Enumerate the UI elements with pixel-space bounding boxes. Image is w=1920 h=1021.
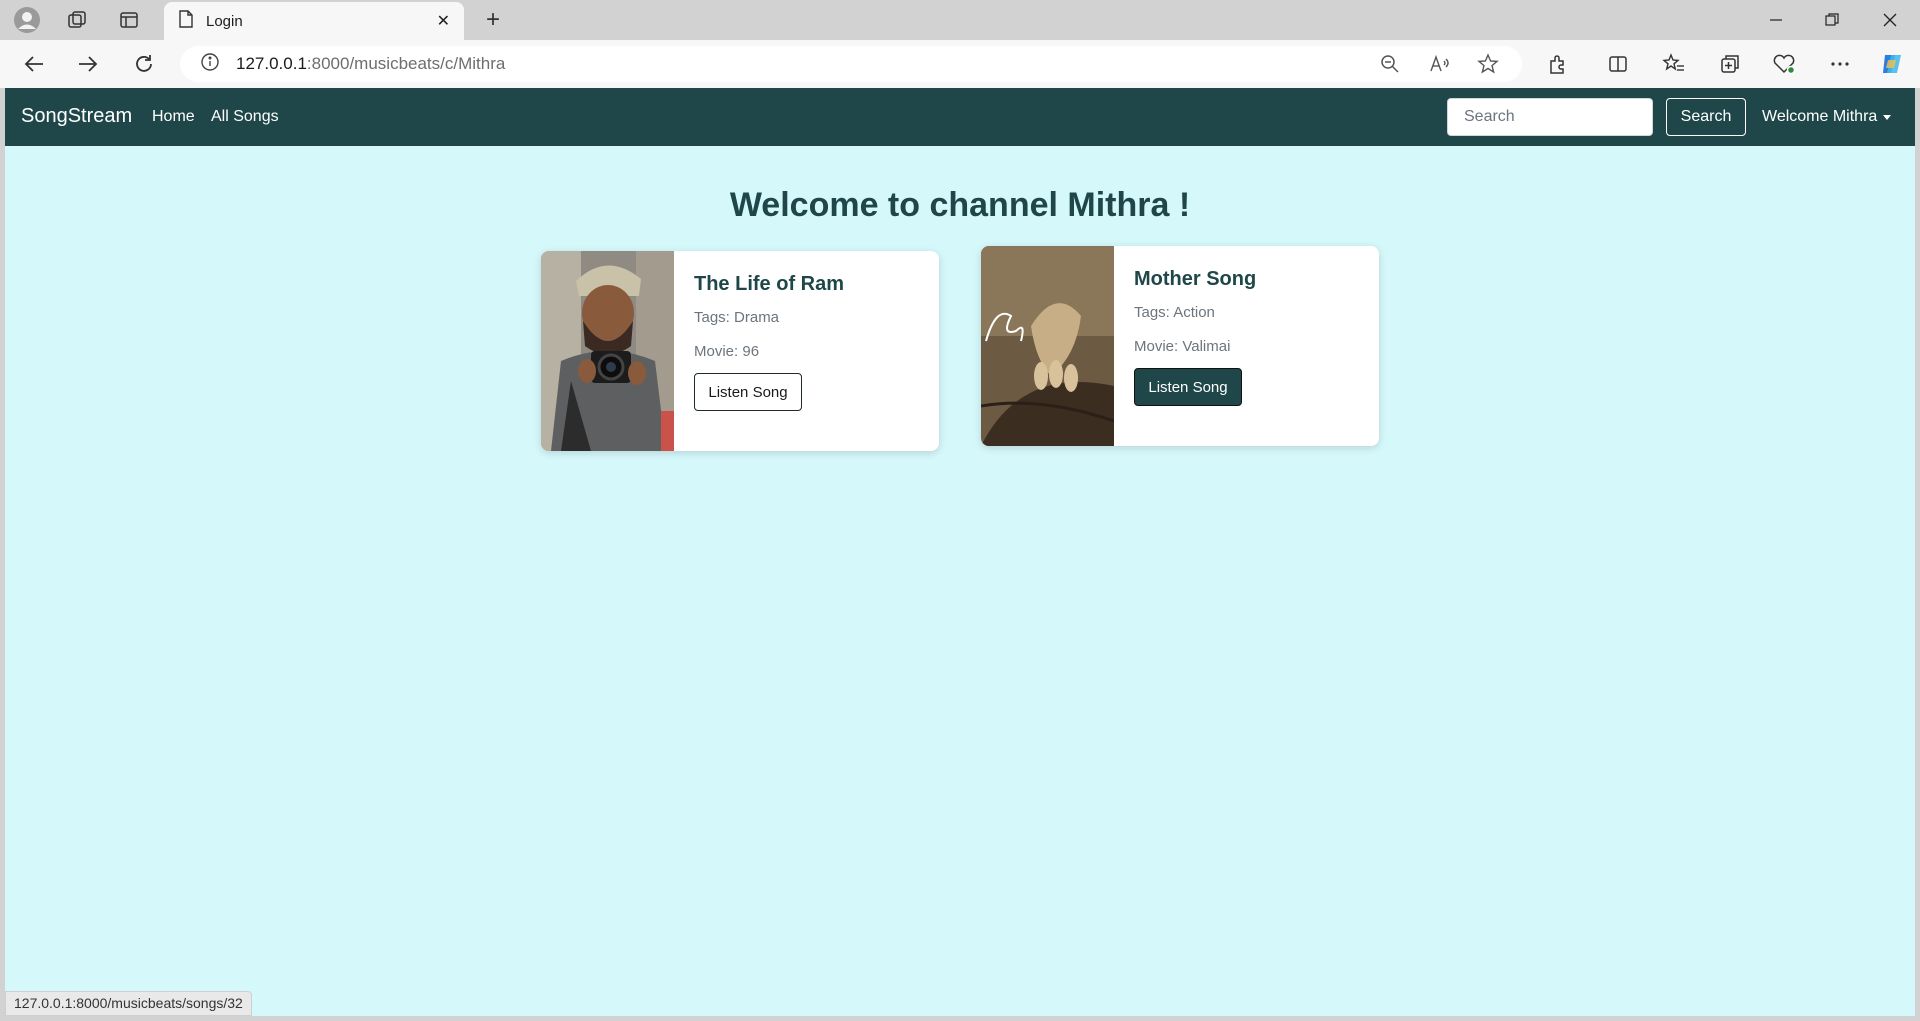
read-aloud-icon[interactable] — [1422, 46, 1458, 82]
page-viewport: SongStream Home All Songs Search Welcome… — [5, 88, 1915, 1016]
close-tab-icon[interactable]: ✕ — [437, 11, 450, 31]
song-tags: Tags: Drama — [694, 309, 780, 326]
url-text: 127.0.0.1:8000/musicbeats/c/Mithra — [236, 54, 505, 74]
back-icon[interactable] — [16, 47, 52, 81]
close-window-icon[interactable] — [1862, 0, 1918, 40]
extensions-icon[interactable] — [1540, 47, 1576, 81]
nav-link-home[interactable]: Home — [152, 108, 195, 126]
workspaces-icon[interactable] — [60, 4, 94, 36]
tab-title: Login — [206, 12, 243, 30]
collections-icon[interactable] — [1712, 47, 1748, 81]
user-menu-label: Welcome Mithra — [1762, 108, 1878, 125]
song-cover-image[interactable] — [981, 246, 1114, 446]
song-tags: Tags: Action — [1134, 304, 1215, 321]
url-path: :8000/musicbeats/c/Mithra — [306, 54, 506, 73]
link-status-bar: 127.0.0.1:8000/musicbeats/songs/32 — [5, 991, 252, 1016]
browser-toolbar: 127.0.0.1:8000/musicbeats/c/Mithra — [0, 40, 1920, 88]
new-tab-icon[interactable]: + — [476, 4, 510, 36]
tab-actions-icon[interactable] — [112, 4, 146, 36]
song-movie: Movie: Valimai — [1134, 338, 1231, 355]
caret-down-icon — [1883, 114, 1892, 120]
forward-icon[interactable] — [70, 47, 106, 81]
song-movie: Movie: 96 — [694, 343, 760, 360]
page-icon — [178, 9, 194, 33]
site-brand[interactable]: SongStream — [21, 105, 132, 128]
nav-link-all-songs[interactable]: All Songs — [211, 108, 279, 126]
restore-icon[interactable] — [1804, 0, 1860, 40]
listen-song-button[interactable]: Listen Song — [1134, 368, 1242, 406]
song-cover-image[interactable] — [541, 251, 674, 451]
url-host: 127.0.0.1 — [236, 54, 307, 73]
song-title: Mother Song — [1134, 268, 1257, 290]
site-navbar: SongStream Home All Songs Search Welcome… — [5, 88, 1915, 146]
favorites-icon[interactable] — [1656, 47, 1692, 81]
copilot-icon[interactable] — [1874, 47, 1910, 81]
page-title: Welcome to channel Mithra ! — [729, 186, 1191, 224]
split-screen-icon[interactable] — [1600, 47, 1636, 81]
search-input[interactable] — [1447, 98, 1653, 136]
favorite-star-icon[interactable] — [1470, 46, 1506, 82]
song-card: Mother Song Tags: Action Movie: Valimai … — [981, 246, 1379, 446]
minimize-icon[interactable] — [1748, 0, 1804, 40]
tab-login[interactable]: Login ✕ — [164, 2, 464, 40]
user-menu-dropdown[interactable]: Welcome Mithra — [1762, 108, 1892, 126]
zoom-out-icon[interactable] — [1372, 46, 1408, 82]
refresh-icon[interactable] — [126, 47, 162, 81]
more-menu-icon[interactable] — [1822, 47, 1858, 81]
search-button[interactable]: Search — [1666, 98, 1746, 136]
song-card: The Life of Ram Tags: Drama Movie: 96 Li… — [541, 251, 939, 451]
site-info-icon[interactable] — [200, 52, 220, 77]
song-title: The Life of Ram — [694, 273, 845, 295]
address-bar[interactable]: 127.0.0.1:8000/musicbeats/c/Mithra — [180, 46, 1522, 82]
browser-essentials-icon[interactable] — [1766, 47, 1802, 81]
profile-icon[interactable] — [10, 4, 44, 36]
browser-tab-strip: Login ✕ + — [0, 0, 1920, 40]
listen-song-button[interactable]: Listen Song — [694, 373, 802, 411]
